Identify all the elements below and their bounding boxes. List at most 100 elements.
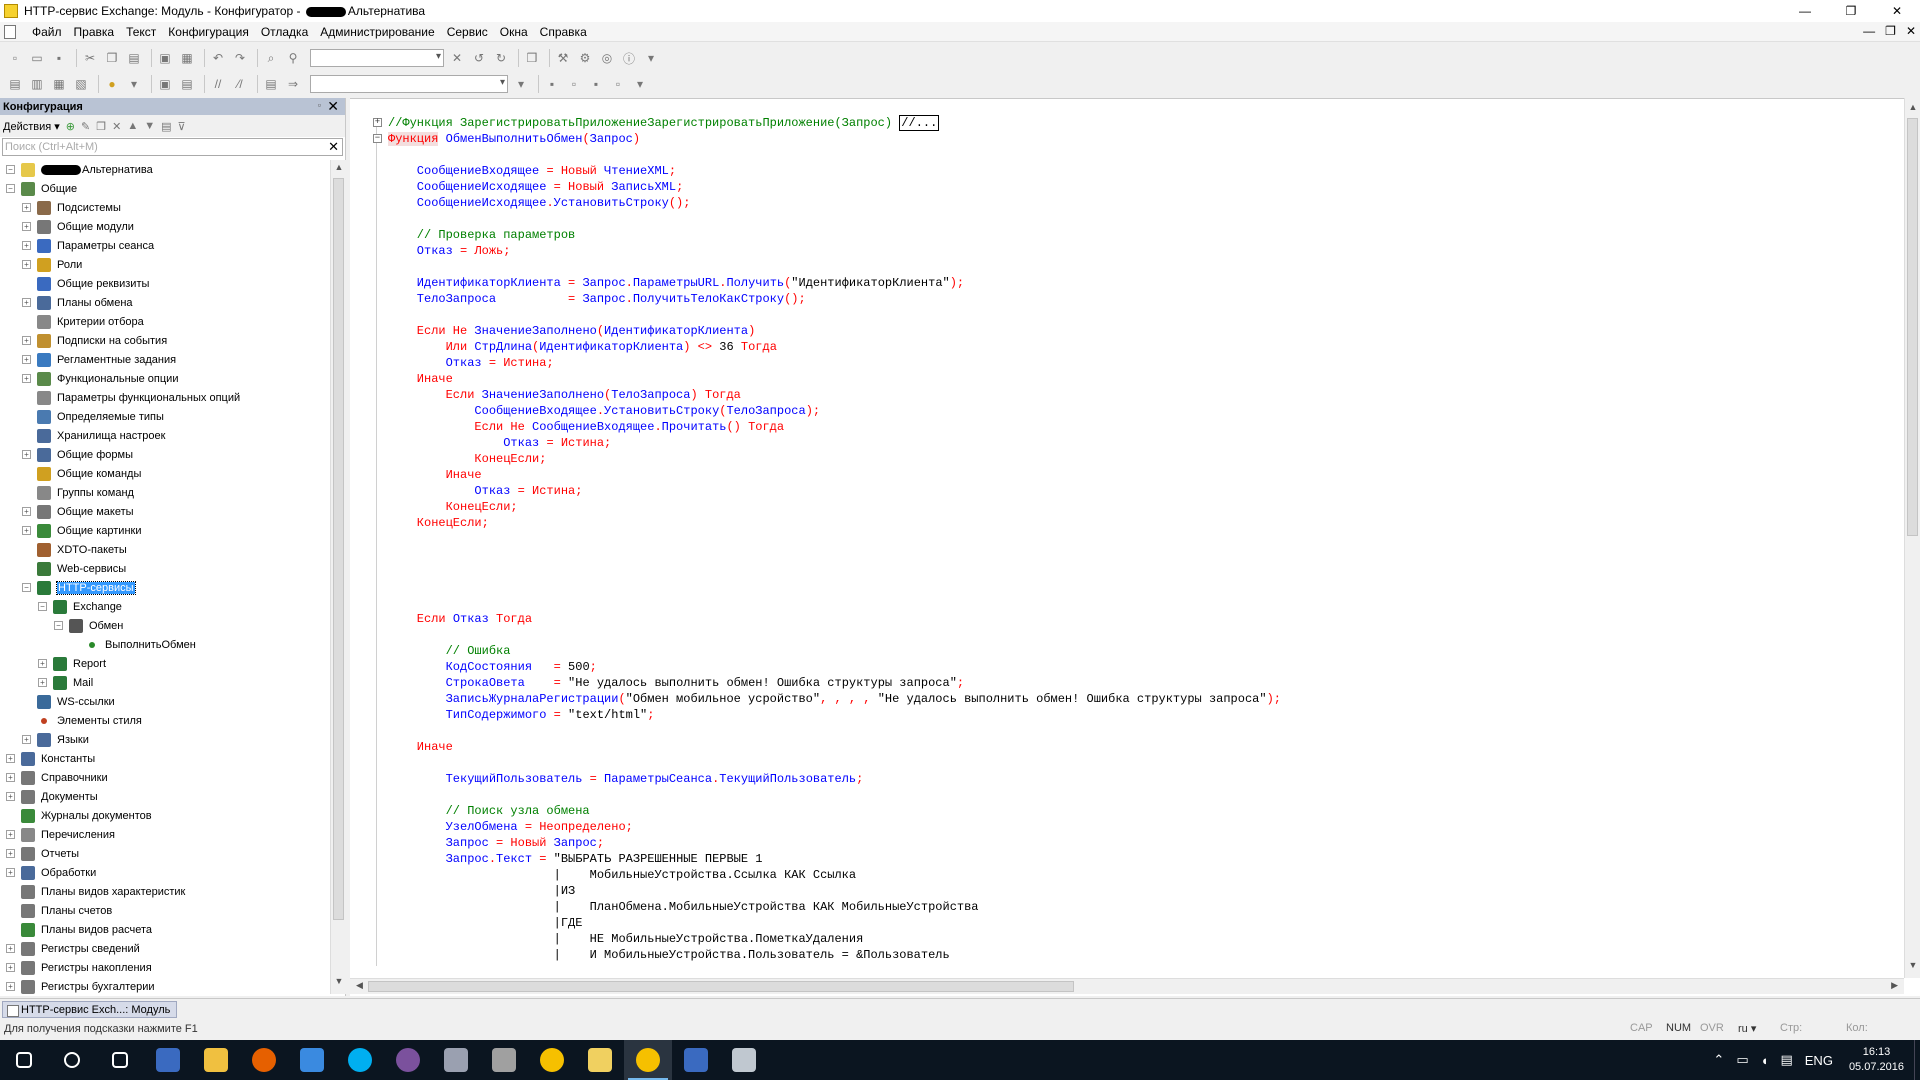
code-area[interactable]: + //Функция ЗарегистрироватьПриложениеЗар…	[370, 115, 1890, 973]
volume-icon[interactable]: ◖	[1761, 1053, 1769, 1068]
tree-node[interactable]: + Подсистемы	[0, 198, 330, 217]
preview-icon[interactable]: ▦	[178, 49, 196, 67]
procedures-icon[interactable]: ▤	[262, 75, 280, 93]
menu-configuration[interactable]: Конфигурация	[162, 25, 255, 39]
expand-icon[interactable]: +	[22, 241, 31, 250]
paint-app-icon[interactable]	[720, 1040, 768, 1080]
menu-debug[interactable]: Отладка	[255, 25, 314, 39]
expand-icon[interactable]: +	[38, 678, 47, 687]
remote-desktop-icon[interactable]	[672, 1040, 720, 1080]
minimize-button[interactable]: —	[1782, 0, 1828, 22]
menu-help[interactable]: Справка	[534, 25, 593, 39]
tree-node[interactable]: + Функциональные опции	[0, 369, 330, 388]
tree-node[interactable]: + Mail	[0, 673, 330, 692]
1c-configurator-icon[interactable]	[624, 1040, 672, 1080]
tree-node[interactable]: − Альтернатива	[0, 160, 330, 179]
print-icon[interactable]: ▣	[156, 49, 174, 67]
redo-icon[interactable]: ↷	[231, 49, 249, 67]
document-icon[interactable]	[4, 24, 16, 39]
code-line[interactable]: КонецЕсли;	[370, 451, 1890, 467]
code-line[interactable]: // Ошибка	[370, 643, 1890, 659]
code-line[interactable]: Если ЗначениеЗаполнено(ТелоЗапроса) Тогд…	[370, 387, 1890, 403]
code-line[interactable]: Если Не ЗначениеЗаполнено(ИдентификаторК…	[370, 323, 1890, 339]
save-icon[interactable]: ▪	[50, 49, 68, 67]
scroll-thumb[interactable]	[333, 178, 344, 920]
notifications-icon[interactable]: ▤	[1780, 1052, 1792, 1068]
delete-icon[interactable]: ✕	[112, 120, 121, 133]
tree-node[interactable]: + Документы	[0, 787, 330, 806]
menu-administration[interactable]: Администрирование	[314, 25, 440, 39]
code-line[interactable]: Запрос.Текст = "ВЫБРАТЬ РАЗРЕШЕННЫЕ ПЕРВ…	[370, 851, 1890, 867]
tree-node[interactable]: − Exchange	[0, 597, 330, 616]
scroll-up-icon[interactable]: ▲	[331, 162, 347, 178]
task-view-button[interactable]	[96, 1040, 144, 1080]
tree-node[interactable]: + Роли	[0, 255, 330, 274]
add-icon[interactable]: ⊕	[66, 120, 75, 133]
show-desktop-button[interactable]	[1914, 1040, 1920, 1080]
collapse-icon[interactable]: −	[38, 602, 47, 611]
find-back-icon[interactable]: ↺	[470, 49, 488, 67]
tree-node[interactable]: XDTO-пакеты	[0, 540, 330, 559]
uncomment-icon[interactable]: ⁄/	[231, 75, 249, 93]
find-icon[interactable]: ⌕	[262, 49, 280, 67]
mdi-restore-button[interactable]: ❐	[1885, 24, 1896, 38]
tree-node[interactable]: + Справочники	[0, 768, 330, 787]
find-forward-icon[interactable]: ↻	[492, 49, 510, 67]
move-down-icon[interactable]: ▼	[144, 120, 155, 132]
tree-node[interactable]: + Общие картинки	[0, 521, 330, 540]
tree-scrollbar[interactable]: ▲ ▼	[330, 160, 346, 994]
expand-icon[interactable]: +	[22, 298, 31, 307]
tree-node[interactable]: + Регламентные задания	[0, 350, 330, 369]
file-explorer-icon[interactable]	[192, 1040, 240, 1080]
code-line[interactable]	[370, 211, 1890, 227]
table-icon[interactable]: ▧	[72, 75, 90, 93]
tree-node[interactable]: + Планы обмена	[0, 293, 330, 312]
menu-text[interactable]: Текст	[120, 25, 162, 39]
collapse-icon[interactable]: −	[54, 621, 63, 630]
expand-icon[interactable]: +	[6, 754, 15, 763]
network-icon[interactable]: ▭	[1736, 1052, 1748, 1068]
tree-node[interactable]: Журналы документов	[0, 806, 330, 825]
chevron-down-icon[interactable]: ▾	[642, 49, 660, 67]
cut-icon[interactable]: ✂	[81, 49, 99, 67]
edge-icon[interactable]	[288, 1040, 336, 1080]
1c-app-icon[interactable]	[528, 1040, 576, 1080]
expand-icon[interactable]: +	[38, 659, 47, 668]
tree-node[interactable]: Планы счетов	[0, 901, 330, 920]
search-combo[interactable]	[310, 49, 444, 67]
code-line[interactable]	[370, 627, 1890, 643]
tree-node[interactable]: Планы видов расчета	[0, 920, 330, 939]
scroll-up-icon[interactable]: ▲	[1905, 102, 1920, 118]
language-selector[interactable]: ru ▾	[1738, 1022, 1756, 1035]
search-button[interactable]	[48, 1040, 96, 1080]
save-app-icon[interactable]	[144, 1040, 192, 1080]
chevron-down-icon[interactable]: ▾	[631, 75, 649, 93]
clear-search-icon[interactable]: ✕	[448, 49, 466, 67]
code-line[interactable]: + //Функция ЗарегистрироватьПриложениеЗар…	[370, 115, 1890, 131]
code-line[interactable]: | И МобильныеУстройства.Пользователь = &…	[370, 947, 1890, 963]
tree-node[interactable]: + Подписки на события	[0, 331, 330, 350]
code-line[interactable]: СообщениеВходящее = Новый ЧтениеXML;	[370, 163, 1890, 179]
network-app-icon[interactable]	[432, 1040, 480, 1080]
tree-node[interactable]: Критерии отбора	[0, 312, 330, 331]
expand-icon[interactable]: +	[22, 222, 31, 231]
expand-icon[interactable]: +	[22, 450, 31, 459]
procedures-combo[interactable]	[310, 75, 508, 93]
code-line[interactable]: // Поиск узла обмена	[370, 803, 1890, 819]
code-line[interactable]: Отказ = Ложь;	[370, 243, 1890, 259]
tree-node[interactable]: + Отчеты	[0, 844, 330, 863]
bookmark-icon[interactable]: ▪	[543, 75, 561, 93]
window-tab-module[interactable]: HTTP-сервис Exch...: Модуль	[2, 1001, 178, 1018]
code-line[interactable]: ТипСодержимого = "text/html";	[370, 707, 1890, 723]
code-line[interactable]: Если Не СообщениеВходящее.Прочитать() То…	[370, 419, 1890, 435]
expand-icon[interactable]: +	[6, 868, 15, 877]
open-config-icon[interactable]: ▤	[6, 75, 24, 93]
skype-icon[interactable]	[336, 1040, 384, 1080]
code-line[interactable]: УзелОбмена = Неопределено;	[370, 819, 1890, 835]
menu-edit[interactable]: Правка	[68, 25, 121, 39]
close-panel-icon[interactable]: ✕	[327, 98, 339, 115]
bookmark-prev-icon[interactable]: ▪	[587, 75, 605, 93]
undo-icon[interactable]: ↶	[209, 49, 227, 67]
expand-icon[interactable]: +	[22, 336, 31, 345]
expand-icon[interactable]: +	[22, 374, 31, 383]
